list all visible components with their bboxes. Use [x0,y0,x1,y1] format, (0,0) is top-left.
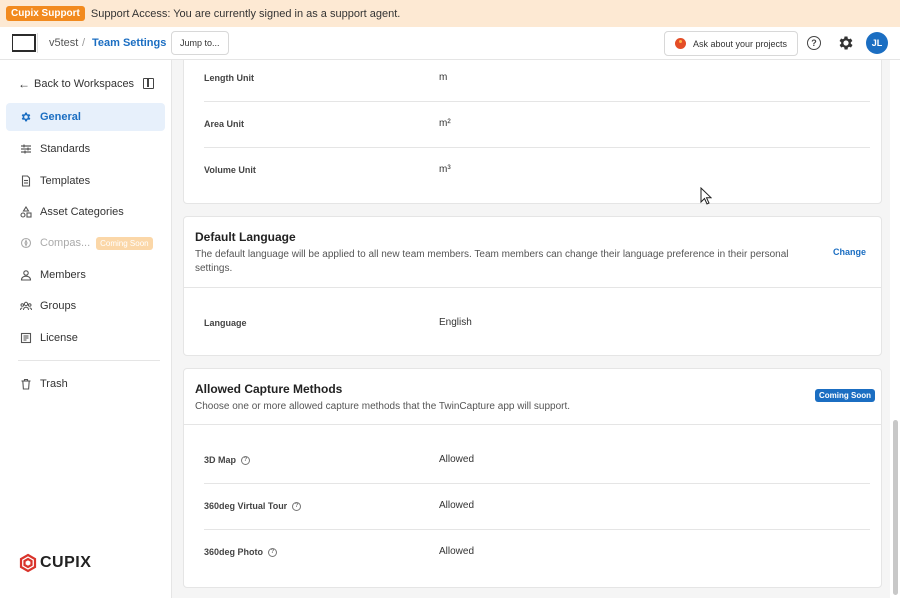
sidebar-item-license[interactable]: License [6,324,165,352]
shapes-icon [20,206,32,218]
help-circle-icon[interactable]: ? [292,501,302,511]
back-to-workspaces-label: Back to Workspaces [34,78,135,90]
sidebar-item-label: General [40,111,81,123]
capture-row-label: 3D Map ? [204,455,251,465]
ask-about-projects-button[interactable]: Ask about your projects [664,31,798,56]
help-circle-icon[interactable]: ? [268,547,278,557]
change-language-link[interactable]: Change [833,247,866,257]
capture-methods-title: Allowed Capture Methods [195,382,343,396]
row-divider [204,101,870,102]
unit-row-label: Area Unit [204,119,245,129]
coming-soon-badge: Coming Soon [96,236,153,250]
allowed-capture-methods-card: Allowed Capture Methods Choose one or mo… [183,368,882,588]
compass-icon [20,237,32,249]
jump-to-button[interactable]: Jump to... [171,31,229,55]
app-logo-icon[interactable] [12,34,36,52]
sidebar-item-standards[interactable]: Standards [6,135,165,163]
gear-icon [21,112,31,122]
header-divider [37,33,38,53]
sidebar-item-label: Groups [40,300,77,312]
capture-row-value: Allowed [439,454,475,465]
sidebar-item-label: Compas... [40,237,91,249]
card-divider [184,287,881,288]
breadcrumb-current-page: Team Settings [92,37,167,49]
ask-button-label: Ask about your projects [693,38,788,49]
sidebar-item-label: Trash [40,378,68,390]
units-card: Length Unit m Area Unit m² Volume Unit m… [183,60,882,204]
capture-row-label: 360deg Photo ? [204,547,278,557]
sidebar-item-general[interactable]: General [6,103,165,131]
main-content: Length Unit m Area Unit m² Volume Unit m… [172,60,890,598]
default-language-description: The default language will be applied to … [195,249,789,274]
card-divider [184,424,881,425]
settings-gear-icon[interactable] [837,34,855,52]
default-language-title: Default Language [195,230,296,244]
support-banner-text: Support Access: You are currently signed… [90,7,401,20]
unit-row-value: m² [439,118,451,129]
ai-assistant-icon [675,38,686,49]
sidebar-item-label: Members [40,269,86,281]
capture-methods-description: Choose one or more allowed capture metho… [195,401,571,412]
capture-row-label-text: 360deg Photo [204,547,264,557]
sidebar-item-label: Templates [40,175,91,187]
group-icon [20,301,32,311]
sliders-icon [21,144,31,154]
capture-row-value: Allowed [439,546,475,557]
capture-row-label-text: 360deg Virtual Tour [204,501,288,511]
cupix-logo-icon [19,553,37,573]
sidebar-item-label: License [40,332,78,344]
row-divider [204,529,870,530]
capture-coming-soon-badge: Coming Soon [815,389,875,402]
language-row-value: English [439,317,472,328]
capture-row-label: 360deg Virtual Tour ? [204,501,302,511]
back-to-workspaces-link[interactable]: ← Back to Workspaces [18,77,134,91]
support-banner: Cupix Support Support Access: You are cu… [0,0,900,27]
row-divider [204,147,870,148]
mouse-cursor-icon [700,187,712,205]
settings-sidebar: ← Back to Workspaces General Standards T… [0,60,172,598]
sidebar-item-label: Asset Categories [40,206,124,218]
unit-row-value: m [439,72,448,83]
capture-row-label-text: 3D Map [204,455,237,465]
unit-row-label: Length Unit [204,73,254,83]
main-scrollbar[interactable] [893,420,898,595]
sidebar-item-templates[interactable]: Templates [6,167,165,195]
row-divider [204,483,870,484]
top-header: v5test / Team Settings Jump to... Ask ab… [0,27,900,60]
unit-row-label: Volume Unit [204,165,256,175]
sidebar-item-asset-categories[interactable]: Asset Categories [6,198,165,226]
breadcrumb-workspace[interactable]: v5test [49,37,78,49]
unit-row-value: m³ [439,164,451,175]
cupix-logo: CUPIX [18,553,91,573]
cupix-brand-text: CUPIX [40,554,92,571]
arrow-left-icon: ← [18,77,30,91]
capture-row-value: Allowed [439,500,475,511]
trash-icon [21,378,31,390]
collapse-sidebar-icon[interactable] [143,78,154,89]
license-icon [20,332,32,344]
user-icon [20,270,32,281]
help-icon[interactable]: ? [807,36,821,50]
sidebar-item-groups[interactable]: Groups [6,292,165,320]
document-icon [21,175,31,187]
sidebar-divider [18,360,160,361]
user-avatar[interactable]: JL [866,32,888,54]
help-circle-icon[interactable]: ? [241,455,251,465]
breadcrumb-separator: / [82,37,86,49]
support-badge: Cupix Support [6,6,85,21]
default-language-card: Default Language The default language wi… [183,216,882,356]
sidebar-item-members[interactable]: Members [6,261,165,289]
sidebar-item-trash[interactable]: Trash [6,370,165,398]
sidebar-item-compass: Compas... Coming Soon [6,229,165,257]
sidebar-item-label: Standards [40,143,91,155]
language-row-label: Language [204,318,247,328]
